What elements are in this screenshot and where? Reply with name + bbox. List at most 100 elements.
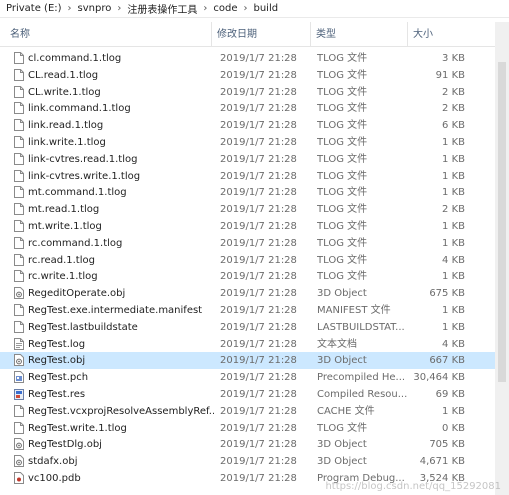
file-name: CL.read.1.tlog [28,69,99,81]
column-header-name[interactable]: 名称 [8,22,212,46]
file-size: 1 KB [442,405,465,417]
file-type: 3D Object [317,355,367,367]
file-modified-date: 2019/1/7 21:28 [220,237,297,249]
file-type: Compiled Resou... [317,388,407,400]
object-file-icon [14,455,24,468]
file-row[interactable]: link-cvtres.write.1.tlog 2019/1/7 21:28 TL… [0,168,509,185]
file-type: TLOG 文件 [317,86,368,98]
program-debug-icon [14,471,24,484]
file-row[interactable]: rc.read.1.tlog 2019/1/7 21:28 TLOG 文件 4 KB [0,252,509,269]
document-icon [14,186,24,199]
file-row[interactable]: RegTest.pch 2019/1/7 21:28 Precompiled He.… [0,369,509,386]
file-type: TLOG 文件 [317,53,368,64]
file-modified-date: 2019/1/7 21:28 [220,288,297,300]
vertical-scrollbar[interactable] [495,22,509,495]
file-row[interactable]: RegTest.exe.intermediate.manifest 2019/1/… [0,302,509,319]
file-name: RegTest.log [28,338,86,350]
file-row[interactable]: RegTest.obj 2019/1/7 21:28 3D Object 667 KB [0,352,509,370]
file-row[interactable]: mt.read.1.tlog 2019/1/7 21:28 TLOG 文件 2 KB [0,201,509,218]
file-name: RegTest.obj [28,355,86,367]
breadcrumb[interactable]: Private (E:) › svnpro › 注册表操作工具 › code › build [0,0,509,18]
file-row[interactable]: rc.write.1.tlog 2019/1/7 21:28 TLOG 文件 1 KB [0,268,509,285]
document-icon [14,135,24,148]
scrollbar-thumb[interactable] [498,62,506,382]
file-name: RegTest.res [28,388,86,400]
file-row[interactable]: CL.write.1.tlog 2019/1/7 21:28 TLOG 文件 2 KB [0,84,509,101]
file-type: 3D Object [317,439,367,451]
file-row[interactable]: RegTest.res 2019/1/7 21:28 Compiled Resou.… [0,386,509,403]
file-type: TLOG 文件 [317,170,368,182]
file-size: 1 KB [442,220,465,232]
breadcrumb-item[interactable]: svnpro [76,3,114,14]
file-row[interactable]: mt.write.1.tlog 2019/1/7 21:28 TLOG 文件 1 KB [0,218,509,235]
file-type: 3D Object [317,456,367,468]
file-list: cl.command.1.tlog 2019/1/7 21:28 TLOG 文件 3 … [0,50,509,487]
precompiled-header-icon [14,371,24,384]
breadcrumb-separator-icon[interactable]: › [199,3,211,14]
file-type: LASTBUILDSTAT... [317,321,405,333]
file-row[interactable]: RegTest.lastbuildstate 2019/1/7 21:28 LAST… [0,319,509,336]
file-name: RegTest.write.1.tlog [28,422,127,434]
file-row[interactable]: rc.command.1.tlog 2019/1/7 21:28 TLOG 文件 1 … [0,235,509,252]
breadcrumb-item[interactable]: Private (E:) [4,3,64,14]
file-row[interactable]: stdafx.obj 2019/1/7 21:28 3D Object 4,671 K… [0,453,509,470]
breadcrumb-separator-icon[interactable]: › [113,3,125,14]
file-modified-date: 2019/1/7 21:28 [220,69,297,81]
file-name: stdafx.obj [28,456,78,468]
file-row[interactable]: RegTestDlg.obj 2019/1/7 21:28 3D Object 705… [0,436,509,453]
file-row[interactable]: link.write.1.tlog 2019/1/7 21:28 TLOG 文件 1 … [0,134,509,151]
file-type: TLOG 文件 [317,220,368,232]
file-modified-date: 2019/1/7 21:28 [220,304,297,316]
file-row[interactable]: RegTest.log 2019/1/7 21:28 文本文档 4 KB [0,336,509,353]
breadcrumb-item[interactable]: code [211,3,239,14]
file-size: 4 KB [442,254,465,266]
file-name: CL.write.1.tlog [28,86,101,98]
file-row[interactable]: cl.command.1.tlog 2019/1/7 21:28 TLOG 文件 3 … [0,50,509,67]
file-type: Precompiled He... [317,372,406,384]
file-row[interactable]: link.command.1.tlog 2019/1/7 21:28 TLOG 文件… [0,100,509,117]
column-header-date[interactable]: 修改日期 [215,22,311,46]
file-modified-date: 2019/1/7 21:28 [220,271,297,283]
file-size: 0 KB [442,422,465,434]
document-icon [14,152,24,165]
file-size: 1 KB [442,321,465,333]
file-type: TLOG 文件 [317,187,368,199]
file-modified-date: 2019/1/7 21:28 [220,355,297,367]
file-size: 667 KB [429,355,465,367]
breadcrumb-item[interactable]: 注册表操作工具 [125,1,199,16]
file-row[interactable]: RegTest.vcxprojResolveAssemblyRef... 2019… [0,403,509,420]
file-row[interactable]: RegeditOperate.obj 2019/1/7 21:28 3D Objec… [0,285,509,302]
breadcrumb-separator-icon[interactable]: › [240,3,252,14]
file-row[interactable]: RegTest.write.1.tlog 2019/1/7 21:28 TLOG 文… [0,420,509,437]
watermark-text: https://blog.csdn.net/qq_15292081 [325,481,501,492]
document-icon [14,169,24,182]
file-explorer-window: Private (E:) › svnpro › 注册表操作工具 › code › build 名… [0,0,509,495]
file-size: 705 KB [429,439,465,451]
file-modified-date: 2019/1/7 21:28 [220,120,297,132]
column-header-type[interactable]: 类型 [314,22,408,46]
file-modified-date: 2019/1/7 21:28 [220,456,297,468]
breadcrumb-item[interactable]: build [252,3,281,14]
file-row[interactable]: link.read.1.tlog 2019/1/7 21:28 TLOG 文件 6 K… [0,117,509,134]
object-file-icon [14,287,24,300]
file-name: RegTestDlg.obj [28,439,102,451]
document-icon [14,236,24,249]
file-modified-date: 2019/1/7 21:28 [220,220,297,232]
file-size: 675 KB [429,288,465,300]
file-size: 2 KB [442,204,465,216]
file-type: TLOG 文件 [317,204,368,216]
file-modified-date: 2019/1/7 21:28 [220,170,297,182]
column-header-size[interactable]: 大小 [411,22,471,46]
file-row[interactable]: mt.command.1.tlog 2019/1/7 21:28 TLOG 文件 1 … [0,184,509,201]
file-row[interactable]: CL.read.1.tlog 2019/1/7 21:28 TLOG 文件 91 KB [0,67,509,84]
file-name: mt.read.1.tlog [28,204,100,216]
object-file-icon [14,354,24,367]
file-name: link.write.1.tlog [28,136,106,148]
file-name: link.command.1.tlog [28,103,131,115]
file-row[interactable]: link-cvtres.read.1.tlog 2019/1/7 21:28 TLO… [0,151,509,168]
file-size: 1 KB [442,187,465,199]
file-size: 1 KB [442,271,465,283]
file-modified-date: 2019/1/7 21:28 [220,439,297,451]
breadcrumb-separator-icon[interactable]: › [64,3,76,14]
file-name: RegTest.exe.intermediate.manifest [28,304,203,316]
